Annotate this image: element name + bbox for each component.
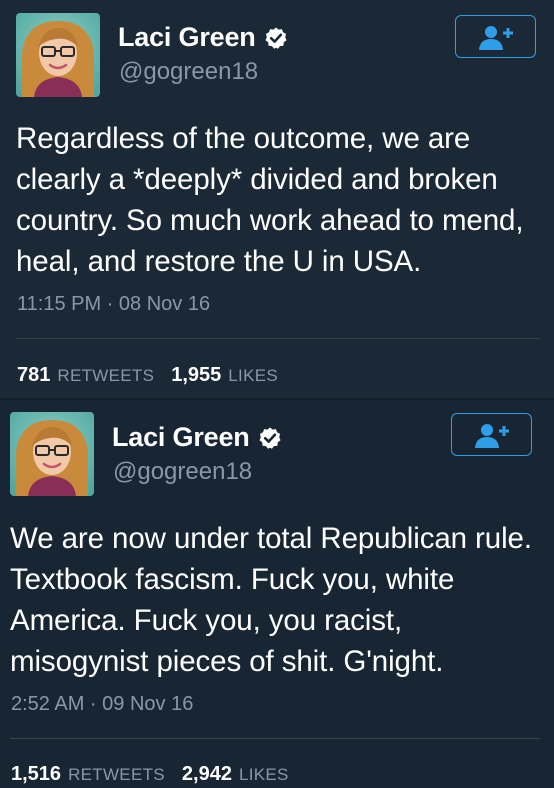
tweet-card: Laci Green @gogreen18 Regardless of the …	[0, 0, 554, 400]
like-label[interactable]: LIKES	[239, 765, 289, 785]
add-user-icon	[474, 423, 509, 448]
tweet-stats: 1,516 RETWEETS 2,942 LIKES	[11, 763, 306, 786]
tweet-text: Regardless of the outcome, we are clearl…	[16, 122, 524, 278]
tweet-card: Laci Green @gogreen18 We are now under t…	[0, 400, 554, 788]
divider	[16, 338, 540, 339]
author-handle[interactable]: @gogreen18	[119, 58, 258, 86]
tweet-stats: 781 RETWEETS 1,955 LIKES	[17, 364, 295, 387]
author-row: Laci Green	[112, 422, 282, 453]
verified-badge-icon	[265, 27, 287, 49]
avatar[interactable]	[16, 13, 100, 97]
author-row: Laci Green	[118, 22, 288, 53]
author-handle[interactable]: @gogreen18	[113, 458, 252, 486]
tweet-timestamp[interactable]: 11:15 PM · 08 Nov 16	[17, 293, 210, 316]
author-name[interactable]: Laci Green	[118, 22, 256, 53]
retweet-label[interactable]: RETWEETS	[68, 765, 165, 785]
retweet-label[interactable]: RETWEETS	[57, 366, 154, 386]
retweet-count[interactable]: 781	[17, 364, 50, 387]
divider	[10, 738, 540, 739]
tweet-timestamp[interactable]: 2:52 AM · 09 Nov 16	[11, 693, 193, 716]
author-name[interactable]: Laci Green	[112, 422, 250, 453]
avatar-image	[10, 412, 94, 496]
follow-button[interactable]	[455, 15, 536, 58]
like-count[interactable]: 2,942	[182, 763, 232, 786]
like-count[interactable]: 1,955	[171, 364, 221, 387]
verified-badge-icon	[259, 427, 281, 449]
retweet-count[interactable]: 1,516	[11, 763, 61, 786]
tweet-text: We are now under total Republican rule. …	[10, 522, 532, 678]
avatar[interactable]	[10, 412, 94, 496]
follow-button[interactable]	[451, 413, 532, 456]
avatar-image	[16, 13, 100, 97]
add-user-icon	[478, 25, 513, 50]
like-label[interactable]: LIKES	[228, 366, 278, 386]
